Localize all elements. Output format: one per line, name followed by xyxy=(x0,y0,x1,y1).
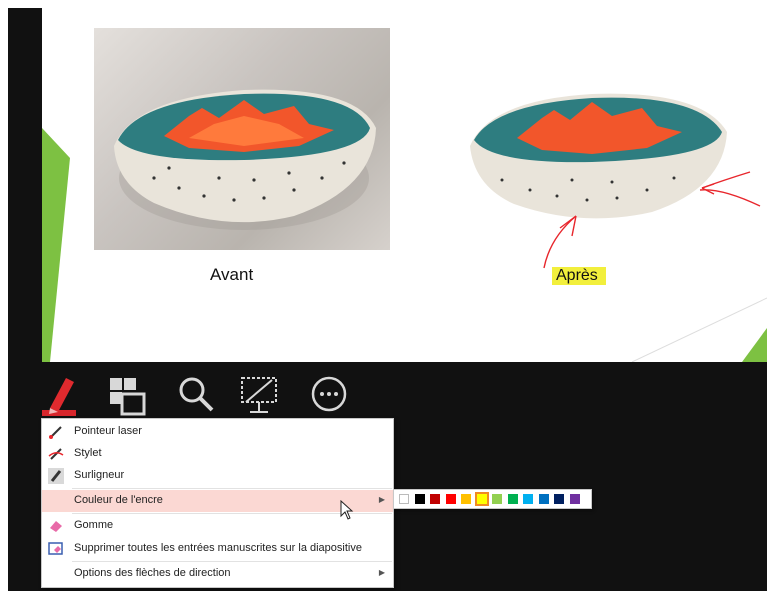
green-accent-left xyxy=(42,128,70,362)
bowl-photo-before xyxy=(114,89,376,230)
bowl-photo-after xyxy=(470,93,761,269)
color-swatch[interactable] xyxy=(399,494,409,504)
color-swatch[interactable] xyxy=(474,492,489,506)
color-swatch[interactable] xyxy=(492,494,502,504)
highlighter-icon xyxy=(48,468,64,484)
menu-item-label: Stylet xyxy=(74,447,102,459)
ink-color-palette xyxy=(393,489,592,509)
photo-before xyxy=(94,28,390,250)
menu-item-erase-all[interactable]: Supprimer toutes les entrées manuscrites… xyxy=(42,538,393,560)
color-swatch[interactable] xyxy=(430,494,440,504)
color-swatch[interactable] xyxy=(523,494,533,504)
color-swatch[interactable] xyxy=(554,494,564,504)
pen-icon xyxy=(42,378,76,416)
menu-item-highlighter[interactable]: Surligneur xyxy=(42,465,393,487)
slides-grid-button[interactable] xyxy=(106,372,150,416)
color-swatch[interactable] xyxy=(414,494,425,504)
submenu-arrow-icon: ▶ xyxy=(378,495,385,504)
menu-item-pen[interactable]: Stylet xyxy=(42,443,393,465)
color-swatch[interactable] xyxy=(538,494,549,504)
menu-item-label: Supprimer toutes les entrées manuscrites… xyxy=(74,542,362,554)
caption-after: Après xyxy=(552,267,606,285)
color-swatch[interactable] xyxy=(445,494,456,504)
laser-pointer-icon xyxy=(48,424,64,440)
menu-item-label: Couleur de l'encre xyxy=(74,494,163,506)
menu-item-label: Gomme xyxy=(74,519,114,531)
green-accent-right xyxy=(742,328,767,362)
color-swatch[interactable] xyxy=(569,494,580,504)
black-screen-button[interactable] xyxy=(238,372,282,416)
more-options-button[interactable] xyxy=(308,372,352,416)
menu-item-label: Surligneur xyxy=(74,469,125,481)
menu-item-laser-pointer[interactable]: Pointeur laser xyxy=(42,421,393,443)
magnifier-icon xyxy=(179,377,214,412)
menu-item-label: Pointeur laser xyxy=(74,425,142,437)
more-icon xyxy=(311,376,347,412)
submenu-arrow-icon: ▶ xyxy=(378,568,385,577)
window-top-border xyxy=(0,0,767,8)
pen-icon xyxy=(48,446,64,462)
zoom-button[interactable] xyxy=(174,372,218,416)
eraser-icon xyxy=(48,518,64,534)
menu-item-label: Options des flèches de direction xyxy=(74,567,231,579)
menu-item-arrow-options[interactable]: Options des flèches de direction ▶ xyxy=(42,563,393,585)
color-swatch[interactable] xyxy=(461,494,471,504)
screen-icon xyxy=(241,377,277,413)
ink-arrow-1 xyxy=(543,215,577,269)
mouse-cursor-icon xyxy=(340,500,354,520)
erase-all-icon xyxy=(48,541,64,557)
slide-canvas: Avant Après xyxy=(42,8,767,362)
menu-separator xyxy=(72,561,392,562)
pen-tool-button[interactable] xyxy=(36,372,80,416)
color-swatch[interactable] xyxy=(507,494,518,504)
presenter-toolbar xyxy=(36,372,366,418)
grid-icon xyxy=(110,378,146,416)
caption-before: Avant xyxy=(210,265,254,284)
menu-separator xyxy=(72,488,392,489)
